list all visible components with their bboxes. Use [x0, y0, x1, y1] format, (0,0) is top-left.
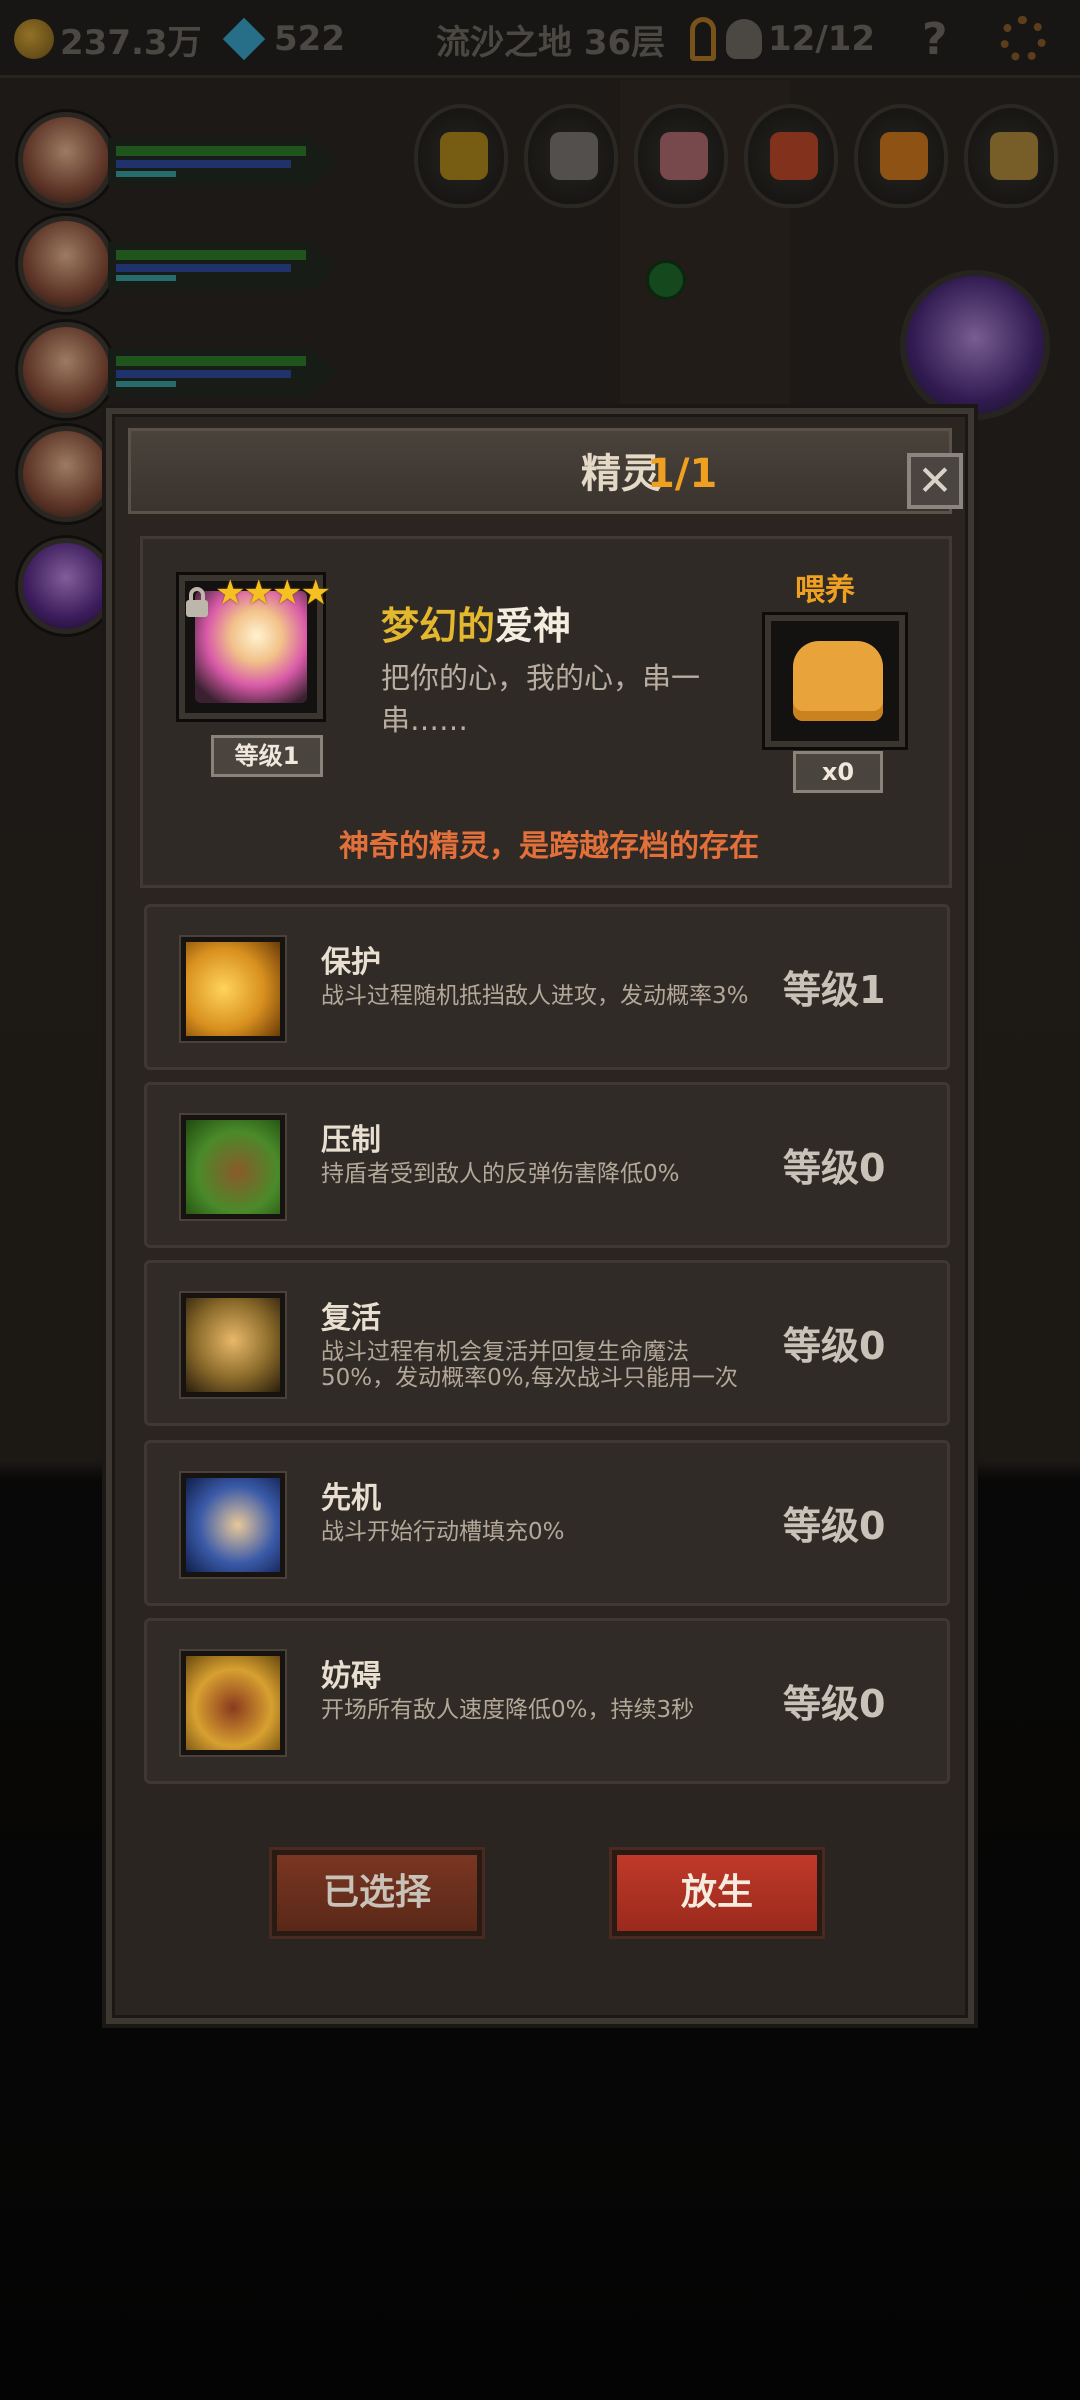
spirit-modal: 精灵 1/1 ✕ ★★★★ 等级1 梦幻的爱神 把你的心，我的心，串一串…… 喂… — [106, 408, 974, 2024]
revive-icon — [181, 1293, 285, 1397]
skill-name: 先机 — [321, 1481, 381, 1516]
skill-name: 保护 — [321, 945, 381, 980]
feed-count: x0 — [793, 751, 883, 793]
star-rating: ★★★★ — [215, 573, 331, 613]
skill-description: 战斗开始行动槽填充0% — [321, 1519, 565, 1545]
skill-name: 妨碍 — [321, 1659, 381, 1694]
skill-level: 等级0 — [783, 1682, 886, 1726]
spirit-description: 把你的心，我的心，串一串…… — [381, 661, 701, 737]
release-button[interactable]: 放生 — [612, 1850, 822, 1936]
spirit-card: ★★★★ 等级1 梦幻的爱神 把你的心，我的心，串一串…… 喂养 x0 神奇的精… — [140, 536, 952, 888]
skill-level: 等级0 — [783, 1146, 886, 1190]
skill-level: 等级0 — [783, 1324, 886, 1368]
claw-icon — [181, 1115, 285, 1219]
skill-level: 等级0 — [783, 1504, 886, 1548]
leopard-icon — [181, 1473, 285, 1577]
dodge-icon — [181, 937, 285, 1041]
skill-level: 等级1 — [783, 968, 886, 1012]
bread-icon — [793, 641, 883, 721]
spirit-tagline: 神奇的精灵，是跨越存档的存在 — [339, 829, 759, 864]
close-button[interactable]: ✕ — [907, 453, 963, 509]
spirit-name-prefix: 梦幻的 — [381, 604, 496, 648]
spirit-count: 1/1 — [647, 451, 718, 497]
spirit-level-badge: 等级1 — [211, 735, 323, 777]
modal-title: 精灵 — [581, 451, 661, 497]
skill-row-protect[interactable]: 保护 战斗过程随机抵挡敌人进攻，发动概率3% 等级1 — [144, 904, 950, 1070]
selected-button[interactable]: 已选择 — [272, 1850, 482, 1936]
skill-row-suppress[interactable]: 压制 持盾者受到敌人的反弹伤害降低0% 等级0 — [144, 1082, 950, 1248]
skill-name: 压制 — [321, 1123, 381, 1158]
close-icon: ✕ — [917, 456, 953, 505]
skill-row-initiative[interactable]: 先机 战斗开始行动槽填充0% 等级0 — [144, 1440, 950, 1606]
chain-boot-icon — [181, 1651, 285, 1755]
skill-row-revive[interactable]: 复活 战斗过程有机会复活并回复生命魔法50%，发动概率0%,每次战斗只能用一次 … — [144, 1260, 950, 1426]
feed-label: 喂养 — [795, 573, 855, 608]
modal-header: 精灵 1/1 ✕ — [128, 428, 963, 514]
spirit-name-main: 爱神 — [495, 604, 572, 648]
skill-description: 战斗过程有机会复活并回复生命魔法50%，发动概率0%,每次战斗只能用一次 — [321, 1339, 738, 1391]
skill-description: 开场所有敌人速度降低0%，持续3秒 — [321, 1697, 695, 1723]
lock-icon[interactable] — [183, 587, 211, 619]
skill-row-hinder[interactable]: 妨碍 开场所有敌人速度降低0%，持续3秒 等级0 — [144, 1618, 950, 1784]
spirit-name: 梦幻的爱神 — [381, 595, 571, 650]
feed-button[interactable] — [765, 615, 905, 747]
skill-name: 复活 — [321, 1301, 381, 1336]
skill-description: 持盾者受到敌人的反弹伤害降低0% — [321, 1161, 680, 1187]
skill-description: 战斗过程随机抵挡敌人进攻，发动概率3% — [321, 983, 749, 1009]
